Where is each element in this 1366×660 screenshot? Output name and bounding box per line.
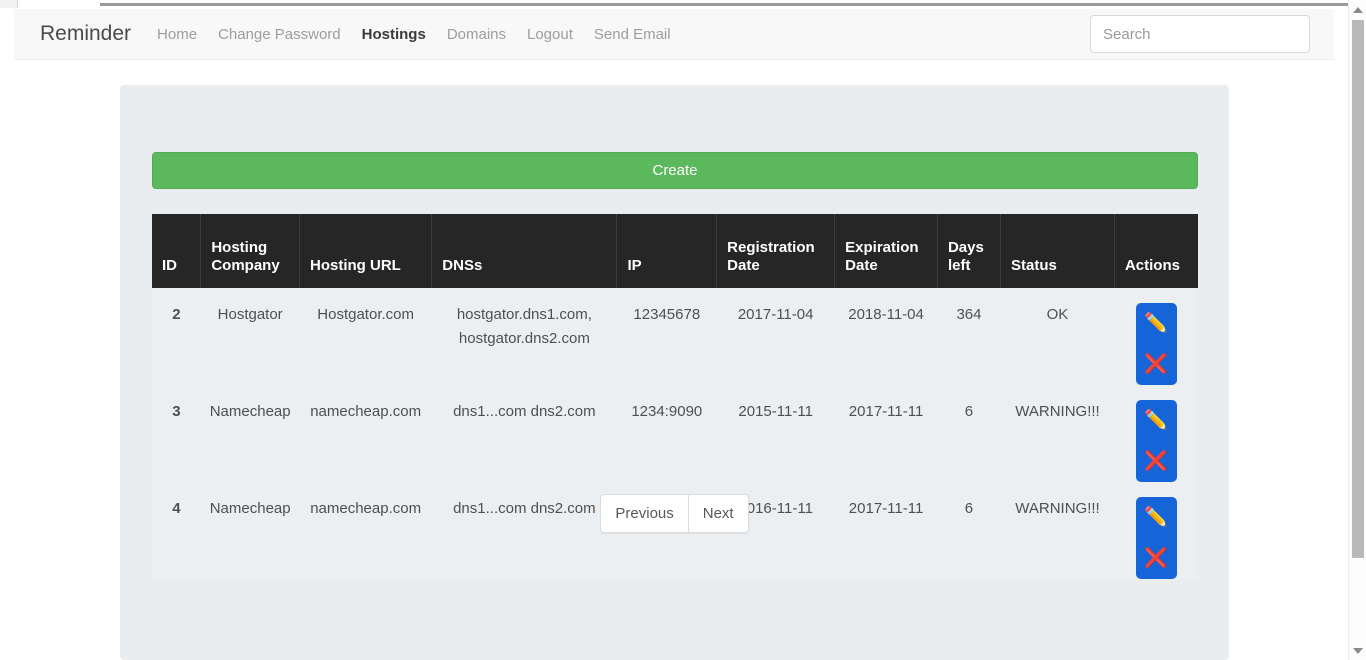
pencil-icon: ✏️ — [1144, 313, 1169, 334]
chrome-left-edge — [0, 0, 18, 8]
pagination: Previous Next — [120, 494, 1229, 533]
close-circle-icon: ❌ — [1144, 548, 1169, 569]
nav-link-domains[interactable]: Domains — [447, 26, 506, 43]
row-action-group: ✏️ ❌ — [1135, 400, 1177, 482]
cell-id: 2 — [152, 288, 201, 385]
navbar: Reminder Home Change Password Hostings D… — [14, 9, 1334, 60]
cell-company: Namecheap — [200, 385, 300, 482]
nav-link-logout[interactable]: Logout — [527, 26, 573, 43]
cell-expiration-date: 2018-11-04 — [834, 288, 938, 385]
col-header-actions[interactable]: Actions — [1114, 214, 1198, 288]
create-button[interactable]: Create — [152, 152, 1198, 189]
brand-logo[interactable]: Reminder — [40, 22, 131, 46]
cell-dns: hostgator.dns1.com, hostgator.dns2.com — [431, 288, 617, 385]
table-row: 2 Hostgator Hostgator.com hostgator.dns1… — [152, 288, 1198, 385]
nav-link-change-password[interactable]: Change Password — [218, 26, 341, 43]
col-header-id[interactable]: ID — [152, 214, 202, 288]
delete-button[interactable]: ❌ — [1135, 538, 1177, 579]
vertical-scrollbar[interactable] — [1348, 0, 1366, 660]
cell-url: Hostgator.com — [299, 288, 432, 385]
cell-expiration-date: 2017-11-11 — [834, 385, 938, 482]
col-header-hosting-company[interactable]: Hosting Company — [200, 214, 301, 288]
edit-button[interactable]: ✏️ — [1135, 400, 1177, 441]
table-header-row: ID Hosting Company Hosting URL DNSs IP R… — [152, 214, 1198, 288]
cell-ip: 12345678 — [616, 288, 717, 385]
nav-link-home[interactable]: Home — [157, 26, 197, 43]
next-page-button[interactable]: Next — [687, 494, 749, 533]
pagination-group: Previous Next — [600, 494, 749, 533]
delete-button[interactable]: ❌ — [1135, 441, 1177, 482]
cell-company: Hostgator — [200, 288, 300, 385]
status-badge: WARNING!!! — [1000, 385, 1115, 482]
content-panel: Create ID Hosting Company Hosting URL DN… — [120, 85, 1229, 660]
col-header-dnss[interactable]: DNSs — [431, 214, 618, 288]
cell-ip: 1234:9090 — [616, 385, 717, 482]
table-row: 3 Namecheap namecheap.com dns1...com dns… — [152, 385, 1198, 482]
col-header-days-left[interactable]: Days left — [937, 214, 1002, 288]
browser-chrome-strip — [0, 0, 1348, 8]
cell-url: namecheap.com — [299, 385, 432, 482]
cell-actions: ✏️ ❌ — [1114, 288, 1198, 385]
close-circle-icon: ❌ — [1144, 451, 1169, 472]
delete-button[interactable]: ❌ — [1135, 344, 1177, 385]
cell-registration-date: 2017-11-04 — [716, 288, 835, 385]
cell-days-left: 6 — [937, 385, 1001, 482]
previous-page-button[interactable]: Previous — [600, 494, 688, 533]
col-header-hosting-url[interactable]: Hosting URL — [299, 214, 433, 288]
close-circle-icon: ❌ — [1144, 354, 1169, 375]
col-header-ip[interactable]: IP — [616, 214, 718, 288]
cell-actions: ✏️ ❌ — [1114, 385, 1198, 482]
search-input[interactable] — [1090, 15, 1310, 53]
nav-links: Home Change Password Hostings Domains Lo… — [157, 26, 1090, 43]
nav-link-send-email[interactable]: Send Email — [594, 26, 671, 43]
edit-button[interactable]: ✏️ — [1135, 303, 1177, 344]
scroll-down-arrow-icon[interactable] — [1349, 642, 1366, 659]
row-action-group: ✏️ ❌ — [1135, 303, 1177, 385]
cell-registration-date: 2015-11-11 — [716, 385, 835, 482]
chrome-tab-strip — [100, 3, 1348, 6]
col-header-status[interactable]: Status — [1000, 214, 1115, 288]
page-root: Reminder Home Change Password Hostings D… — [0, 0, 1366, 660]
col-header-registration-date[interactable]: Registration Date — [716, 214, 836, 288]
cell-days-left: 364 — [937, 288, 1001, 385]
status-badge: OK — [1000, 288, 1115, 385]
scroll-up-arrow-icon[interactable] — [1349, 1, 1366, 18]
table-body: 2 Hostgator Hostgator.com hostgator.dns1… — [152, 288, 1198, 579]
col-header-expiration-date[interactable]: Expiration Date — [834, 214, 938, 288]
scrollbar-thumb[interactable] — [1352, 20, 1364, 558]
nav-link-hostings[interactable]: Hostings — [362, 26, 426, 43]
cell-dns: dns1...com dns2.com — [431, 385, 617, 482]
cell-id: 3 — [152, 385, 201, 482]
pencil-icon: ✏️ — [1144, 410, 1169, 431]
